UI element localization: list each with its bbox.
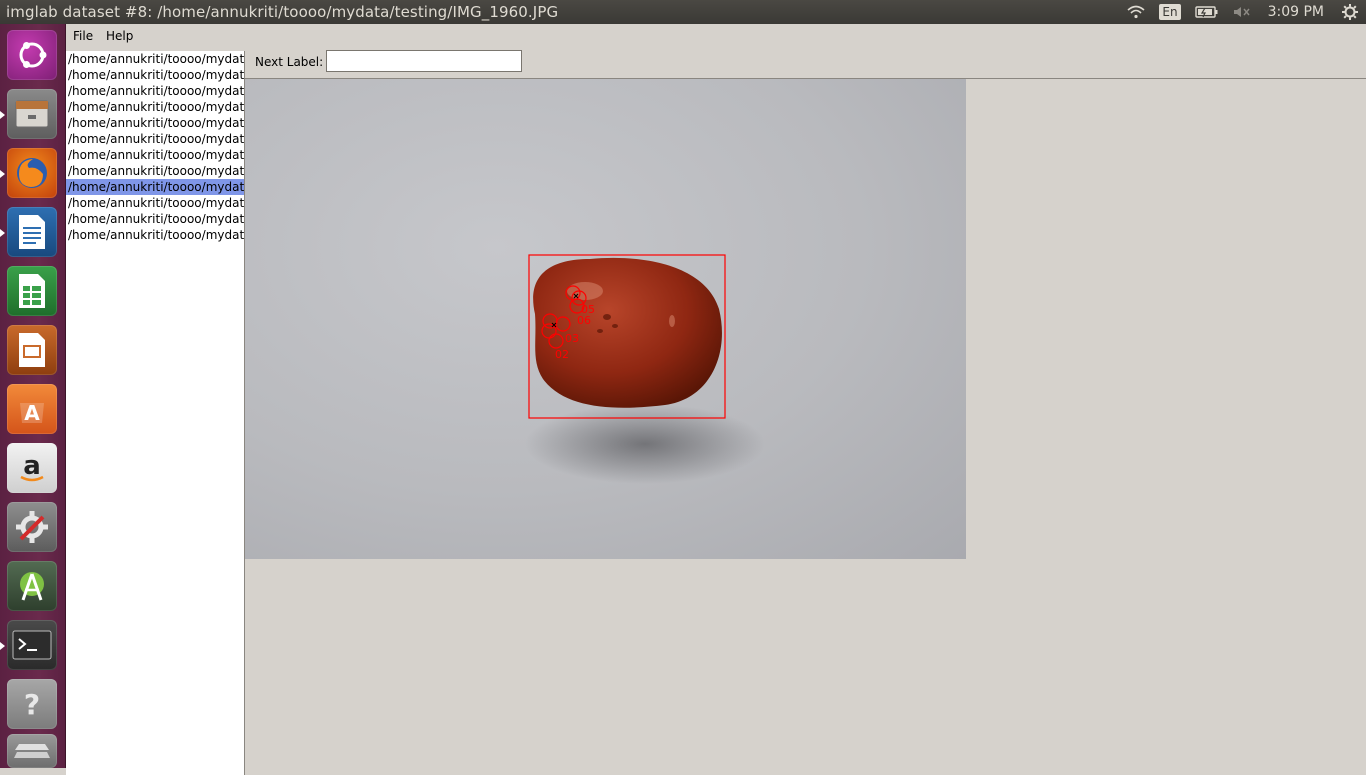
file-list-item[interactable]: /home/annukriti/toooo/mydata/testing/IMG…: [66, 99, 244, 115]
calc-icon[interactable]: [7, 266, 57, 316]
system-tray: En 3:09 PM: [1120, 0, 1366, 24]
file-list-item[interactable]: /home/annukriti/toooo/mydata/testing/IMG…: [66, 67, 244, 83]
part-label: 02: [555, 348, 569, 361]
software-center-icon[interactable]: A: [7, 384, 57, 434]
firefox-icon[interactable]: [7, 148, 57, 198]
next-label-caption: Next Label:: [255, 55, 324, 69]
part-label: 03: [565, 332, 579, 345]
running-indicator: [0, 170, 5, 178]
top-panel: imglab dataset #8: /home/annukriti/toooo…: [0, 0, 1366, 24]
impress-icon[interactable]: [7, 325, 57, 375]
menu-bar: File Help: [66, 24, 1366, 48]
writer-icon[interactable]: [7, 207, 57, 257]
object-tomato: [533, 257, 722, 408]
file-list-item[interactable]: /home/annukriti/toooo/mydata/testing/IMG…: [66, 195, 244, 211]
file-menu[interactable]: File: [73, 29, 93, 43]
file-list-item[interactable]: /home/annukriti/toooo/mydata/testing/IMG…: [66, 227, 244, 243]
terminal-icon[interactable]: [7, 620, 57, 670]
file-rows: /home/annukriti/toooo/mydata/testing/IMG…: [66, 51, 244, 243]
workspace-switcher-icon[interactable]: [7, 734, 57, 768]
gear-icon[interactable]: [1341, 3, 1359, 21]
next-label-input[interactable]: [326, 50, 522, 72]
file-list-item[interactable]: /home/annukriti/toooo/mydata/testing/IMG…: [66, 115, 244, 131]
surface-spot: [603, 314, 611, 320]
imglab-window: File Help /home/annukriti/toooo/mydata/t…: [66, 24, 1366, 775]
file-list-item[interactable]: /home/annukriti/toooo/mydata/testing/IMG…: [66, 83, 244, 99]
keyboard-language-indicator[interactable]: En: [1159, 4, 1181, 20]
clock[interactable]: 3:09 PM: [1268, 4, 1324, 20]
file-list-item[interactable]: /home/annukriti/toooo/mydata/testing/IMG…: [66, 163, 244, 179]
file-list-item[interactable]: /home/annukriti/toooo/mydata/testing/IMG…: [66, 211, 244, 227]
label-bar: Next Label:: [246, 48, 1366, 78]
file-list[interactable]: /home/annukriti/toooo/mydata/testing/IMG…: [66, 51, 245, 775]
image-photo: 02 03 06 05: [525, 254, 765, 484]
file-list-item[interactable]: /home/annukriti/toooo/mydata/testing/IMG…: [66, 179, 244, 195]
file-list-item[interactable]: /home/annukriti/toooo/mydata/testing/IMG…: [66, 147, 244, 163]
svg-text:A: A: [24, 401, 40, 425]
part-label: 05: [581, 303, 595, 316]
svg-text:a: a: [23, 451, 41, 481]
surface-spot: [669, 315, 675, 327]
files-icon[interactable]: [7, 89, 57, 139]
object-shadow: [525, 404, 765, 484]
ubuntu-dash-icon[interactable]: [7, 30, 57, 80]
file-list-item[interactable]: /home/annukriti/toooo/mydata/testing/IMG…: [66, 131, 244, 147]
surface-spot: [612, 324, 618, 328]
battery-icon[interactable]: [1194, 5, 1219, 19]
launcher: A a ?: [0, 24, 66, 768]
wifi-icon[interactable]: [1127, 5, 1145, 19]
running-indicator: [0, 111, 5, 119]
svg-text:?: ?: [24, 688, 40, 721]
image-canvas-area[interactable]: 02 03 06 05: [245, 78, 1366, 769]
image-canvas[interactable]: 02 03 06 05: [245, 79, 966, 559]
system-settings-icon[interactable]: [7, 502, 57, 552]
help-menu[interactable]: Help: [106, 29, 133, 43]
amazon-icon[interactable]: a: [7, 443, 57, 493]
running-indicator: [0, 642, 5, 650]
volume-muted-icon[interactable]: [1233, 5, 1251, 19]
surface-spot: [597, 329, 603, 333]
window-title: imglab dataset #8: /home/annukriti/toooo…: [6, 3, 559, 21]
file-list-item[interactable]: /home/annukriti/toooo/mydata/testing/IMG…: [66, 51, 244, 67]
running-indicator: [0, 229, 5, 237]
android-studio-icon[interactable]: [7, 561, 57, 611]
help-icon[interactable]: ?: [7, 679, 57, 729]
